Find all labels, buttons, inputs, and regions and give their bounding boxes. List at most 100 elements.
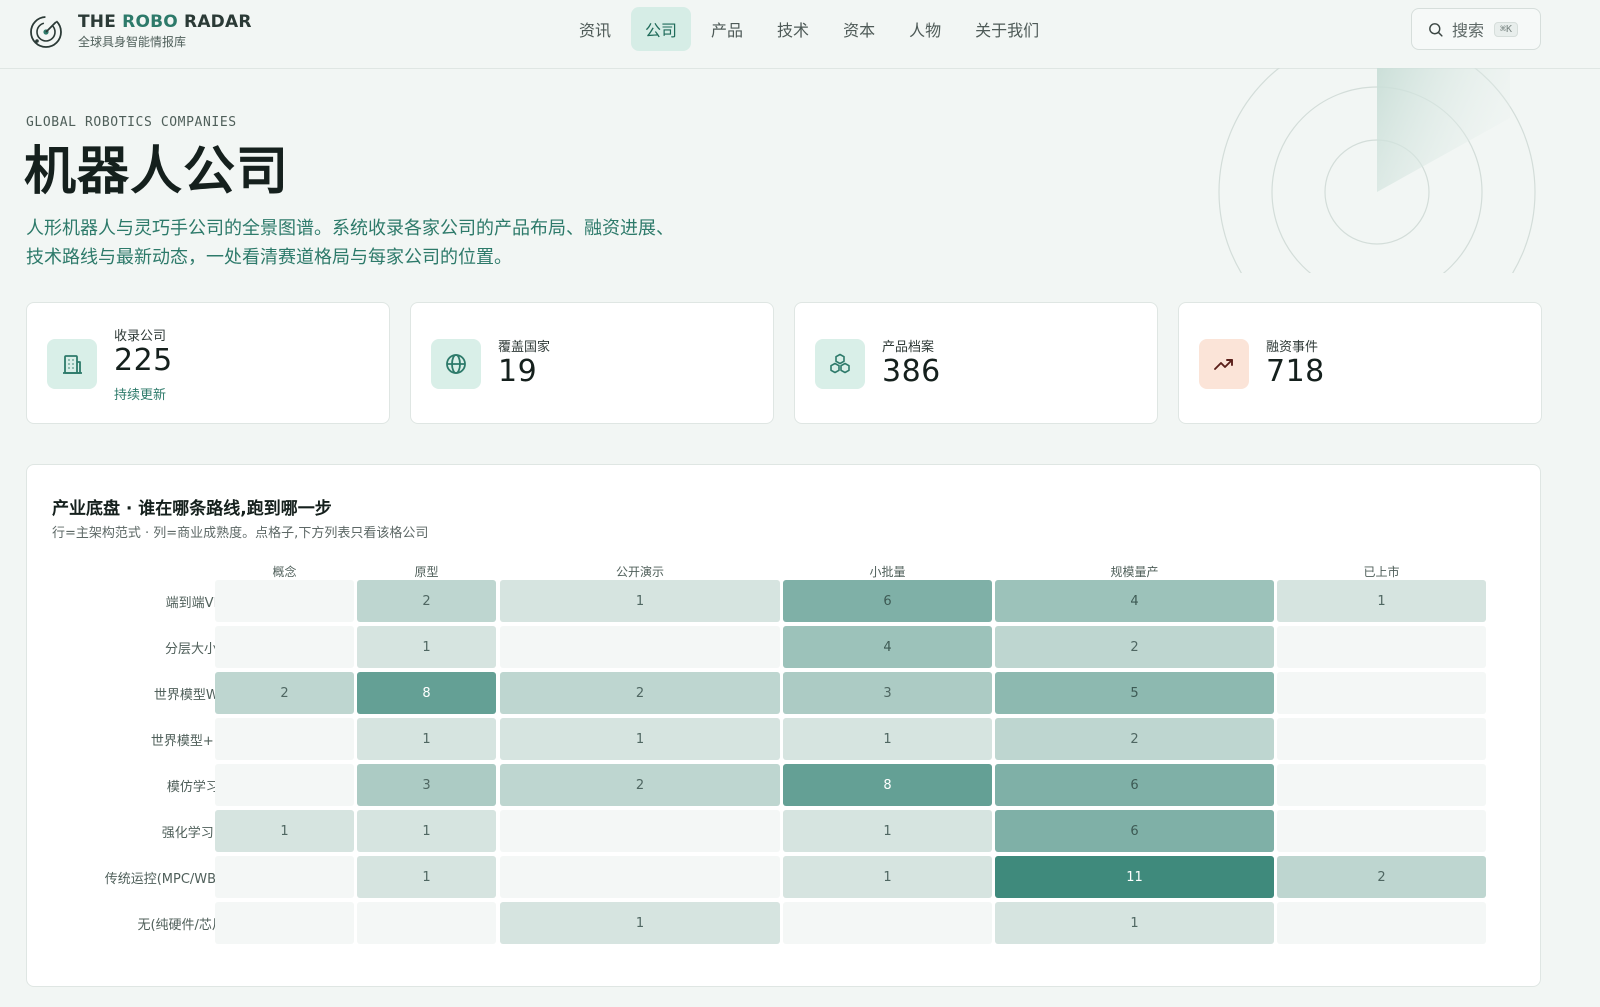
- heatmap-cell[interactable]: 1: [1277, 580, 1486, 622]
- heatmap-cell[interactable]: 2: [500, 672, 780, 714]
- heatmap-cell[interactable]: 2: [500, 764, 780, 806]
- nav-item-technology[interactable]: 技术: [763, 7, 823, 51]
- matrix-title: 产业底盘 · 谁在哪条路线,跑到哪一步: [52, 499, 332, 519]
- brand[interactable]: THE ROBO RADAR 全球具身智能情报库: [28, 12, 252, 51]
- heatmap-cell-value: 1: [883, 823, 892, 839]
- heatmap-cell-value: 3: [422, 777, 431, 793]
- heatmap-cell[interactable]: 6: [783, 580, 992, 622]
- globe-icon: [446, 354, 466, 374]
- nav-item-news[interactable]: 资讯: [565, 7, 625, 51]
- heatmap-cell[interactable]: 1: [357, 626, 496, 668]
- heatmap-cell[interactable]: 6: [995, 764, 1274, 806]
- heatmap-cell-value: 2: [1377, 869, 1386, 885]
- radar-decoration: [1218, 68, 1536, 273]
- heatmap-cell[interactable]: 4: [995, 580, 1274, 622]
- heatmap-cell[interactable]: [215, 856, 354, 898]
- heatmap-cell-value: 4: [1130, 593, 1139, 609]
- heatmap-cell[interactable]: 3: [357, 764, 496, 806]
- heatmap-cell[interactable]: [215, 580, 354, 622]
- search-button[interactable]: 搜索 ⌘K: [1411, 8, 1541, 50]
- heatmap-cell[interactable]: 8: [357, 672, 496, 714]
- heatmap-cell[interactable]: 1: [995, 902, 1274, 944]
- column-header: 原型: [414, 565, 439, 579]
- heatmap-cell[interactable]: 1: [357, 810, 496, 852]
- stat-icon-wrap: [47, 339, 97, 389]
- radar-logo-icon: [30, 15, 62, 48]
- nav-item-products[interactable]: 产品: [697, 7, 757, 51]
- heatmap-cell-value: 6: [1130, 777, 1139, 793]
- heatmap-cell-value: 1: [635, 593, 645, 609]
- heatmap-cell[interactable]: 2: [1277, 856, 1486, 898]
- search-label: 搜索: [1452, 21, 1485, 40]
- heatmap-cell-value: 8: [422, 685, 431, 701]
- stat-icon-wrap: [1199, 339, 1249, 389]
- heatmap-cell[interactable]: 6: [995, 810, 1274, 852]
- heatmap-cell[interactable]: 11: [995, 856, 1274, 898]
- heatmap-cell[interactable]: [500, 626, 780, 668]
- heatmap-cell[interactable]: [215, 764, 354, 806]
- heatmap-cell[interactable]: 2: [215, 672, 354, 714]
- heatmap-cell[interactable]: 1: [500, 718, 780, 760]
- heatmap-cell-value: 4: [883, 639, 892, 655]
- stat-label: 融资事件: [1266, 340, 1319, 355]
- heatmap-cell[interactable]: [500, 810, 780, 852]
- heatmap-cell[interactable]: 2: [995, 718, 1274, 760]
- heatmap-cell[interactable]: 1: [783, 810, 992, 852]
- stat-value: 386: [882, 354, 941, 389]
- heatmap-cell-value: 1: [422, 869, 431, 885]
- heatmap-cell[interactable]: [1277, 902, 1486, 944]
- heatmap-cell[interactable]: 1: [357, 718, 496, 760]
- nav-item-people[interactable]: 人物: [895, 7, 955, 51]
- heatmap-cell[interactable]: [1277, 810, 1486, 852]
- heatmap-cell[interactable]: 4: [783, 626, 992, 668]
- heatmap-cell[interactable]: [215, 718, 354, 760]
- heatmap-cell-value: 6: [1130, 823, 1139, 839]
- heatmap-cell[interactable]: 8: [783, 764, 992, 806]
- heatmap-cell-value: 1: [280, 823, 289, 839]
- heatmap-cell[interactable]: 1: [783, 718, 992, 760]
- heatmap-cell[interactable]: 2: [357, 580, 496, 622]
- column-header: 规模量产: [1110, 565, 1159, 579]
- heatmap-cell-value: 2: [280, 685, 289, 701]
- column-header: 概念: [272, 565, 297, 579]
- stat-icon-wrap: [431, 339, 481, 389]
- nav-item-about[interactable]: 关于我们: [961, 7, 1053, 51]
- heatmap-cell[interactable]: [215, 626, 354, 668]
- cubes-icon: [830, 353, 850, 374]
- heatmap-cell-value: 1: [635, 731, 645, 747]
- heatmap-cell-value: 1: [883, 869, 892, 885]
- heatmap-cell[interactable]: 1: [783, 856, 992, 898]
- brand-subtitle: 全球具身智能情报库: [78, 35, 187, 49]
- heatmap-cell[interactable]: 1: [500, 580, 780, 622]
- column-header: 小批量: [869, 565, 906, 579]
- heatmap-cell[interactable]: 1: [215, 810, 354, 852]
- heatmap-cell[interactable]: 1: [500, 902, 780, 944]
- heatmap-cell[interactable]: [1277, 626, 1486, 668]
- heatmap-cell-value: 1: [422, 639, 431, 655]
- heatmap-cell[interactable]: [215, 902, 354, 944]
- heatmap-cell[interactable]: 1: [357, 856, 496, 898]
- search-shortcut-badge: ⌘K: [1494, 21, 1519, 37]
- heatmap-cell[interactable]: [1277, 764, 1486, 806]
- trending-up-icon: [1214, 359, 1233, 370]
- nav-item-companies[interactable]: 公司: [631, 7, 692, 51]
- heatmap-cell-value: 1: [1130, 915, 1139, 931]
- column-header: 公开演示: [615, 565, 664, 579]
- nav-item-capital[interactable]: 资本: [829, 7, 889, 51]
- heatmap-cell[interactable]: [357, 902, 496, 944]
- heatmap-cell[interactable]: [500, 856, 780, 898]
- industry-matrix-panel: 产业底盘 · 谁在哪条路线,跑到哪一步 行=主架构范式 · 列=商业成熟度。点格…: [26, 464, 1541, 987]
- heatmap-cell[interactable]: [1277, 672, 1486, 714]
- heatmap-cell[interactable]: [783, 902, 992, 944]
- heatmap-cell[interactable]: [1277, 718, 1486, 760]
- column-header: 已上市: [1363, 565, 1400, 579]
- stat-card-products: 产品档案 386: [794, 302, 1158, 424]
- heatmap-cell-value: 11: [1126, 869, 1143, 885]
- heatmap-cell[interactable]: 3: [783, 672, 992, 714]
- search-icon: [1429, 22, 1443, 37]
- heatmap-cell[interactable]: 2: [995, 626, 1274, 668]
- page-description-line-2: 技术路线与最新动态，一处看清赛道格局与每家公司的位置。: [26, 247, 512, 268]
- brand-title: THE ROBO RADAR: [78, 12, 252, 32]
- heatmap-cell[interactable]: 5: [995, 672, 1274, 714]
- heatmap-cell-value: 1: [635, 915, 645, 931]
